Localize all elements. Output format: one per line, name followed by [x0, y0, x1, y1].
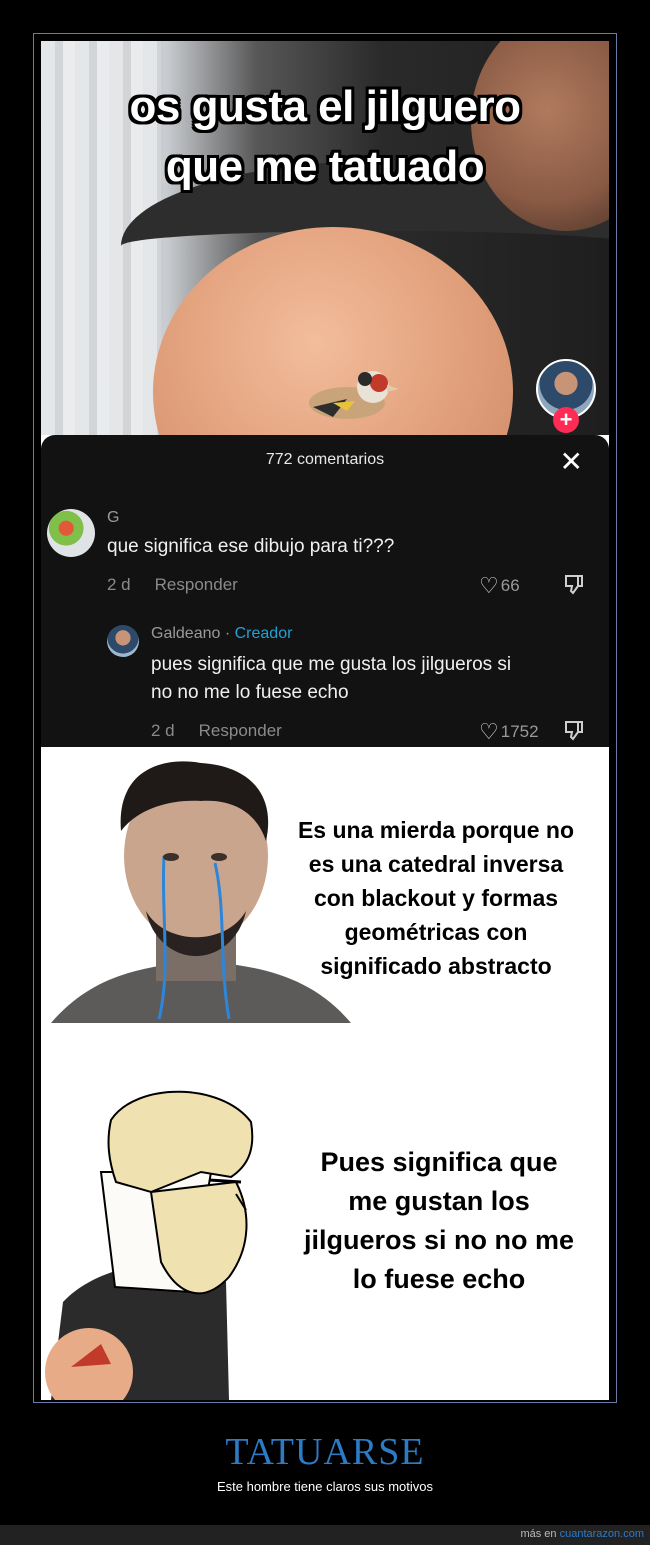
comment-meta: 2 d Responder [107, 575, 238, 595]
reply-text-line-2: no no me lo fuese echo [151, 682, 349, 703]
meme-top-text: Es una mierda porque no es una catedral … [266, 813, 606, 983]
post-title[interactable]: TATUARSE [0, 1430, 650, 1474]
meme-top-line: con blackout y formas [313, 885, 559, 911]
dislike-icon[interactable] [563, 573, 585, 601]
footer-bar: más en cuantarazon.com [0, 1525, 650, 1545]
meme-bottom-line: Pues significa que [320, 1147, 558, 1177]
like-count: 1752 [500, 722, 539, 741]
reply-text: pues significa que me gusta los jilguero… [151, 651, 511, 707]
yes-chad-with-tattoo-image [45, 1090, 254, 1400]
reply-text-line-1: pues significa que me gusta los jilguero… [151, 654, 512, 675]
meme-bottom-text: Pues significa que me gustan los jilguer… [279, 1143, 599, 1299]
like-button[interactable]: ♡ 66 [479, 573, 520, 599]
meme-top-line: geométricas con [344, 919, 528, 945]
reply-age: 2 d [151, 721, 175, 740]
creator-reply-avatar[interactable] [107, 625, 139, 657]
like-button[interactable]: ♡ 1752 [479, 719, 539, 745]
meme-bottom-line: me gustan los [348, 1186, 530, 1216]
goldfinch-tattoo [309, 371, 399, 419]
like-count: 66 [500, 576, 520, 595]
comments-panel: 772 comentarios ✕ G que significa ese di… [41, 435, 609, 747]
creator-badge: Creador [234, 625, 293, 642]
comment-age: 2 d [107, 575, 131, 594]
meme-top-line: Es una mierda porque no [297, 817, 575, 843]
comment-username[interactable]: G [107, 509, 119, 527]
meme-top-line: es una catedral inversa [308, 851, 564, 877]
credit-prefix: más en [520, 1528, 560, 1540]
post-image: os gusta el jilguero que me tatuado + 77… [41, 41, 609, 1400]
site-credit: más en cuantarazon.com [520, 1528, 644, 1540]
video-frame: os gusta el jilguero que me tatuado + [41, 41, 609, 435]
close-icon[interactable]: ✕ [560, 445, 583, 478]
reply-meta: 2 d Responder [151, 721, 282, 741]
reply-button[interactable]: Responder [199, 721, 282, 740]
reply-username[interactable]: Galdeano [151, 625, 220, 642]
dislike-icon[interactable] [563, 719, 585, 747]
video-caption-line-2: que me tatuado [165, 142, 485, 191]
comment-text: que significa ese dibujo para ti??? [107, 536, 395, 557]
meme-bottom-line: lo fuese echo [352, 1264, 526, 1294]
comments-count: 772 comentarios [265, 451, 385, 468]
commenter-avatar[interactable] [47, 509, 95, 557]
video-caption-line-1: os gusta el jilguero [129, 82, 521, 131]
post-subtitle: Este hombre tiene claros sus motivos [216, 1479, 434, 1494]
meme-top-line: significado abstracto [320, 953, 552, 979]
meme-bottom-line: jilgueros si no no me [303, 1225, 575, 1255]
heart-icon: ♡ [479, 719, 499, 744]
reply-username-row: Galdeano · Creador [151, 625, 292, 643]
reply-button[interactable]: Responder [155, 575, 238, 594]
heart-icon: ♡ [479, 573, 499, 598]
site-link[interactable]: cuantarazon.com [560, 1528, 644, 1540]
meme-panel: Es una mierda porque no es una catedral … [41, 747, 609, 1400]
username-separator: · [220, 625, 235, 642]
follow-plus-icon[interactable]: + [553, 407, 579, 433]
